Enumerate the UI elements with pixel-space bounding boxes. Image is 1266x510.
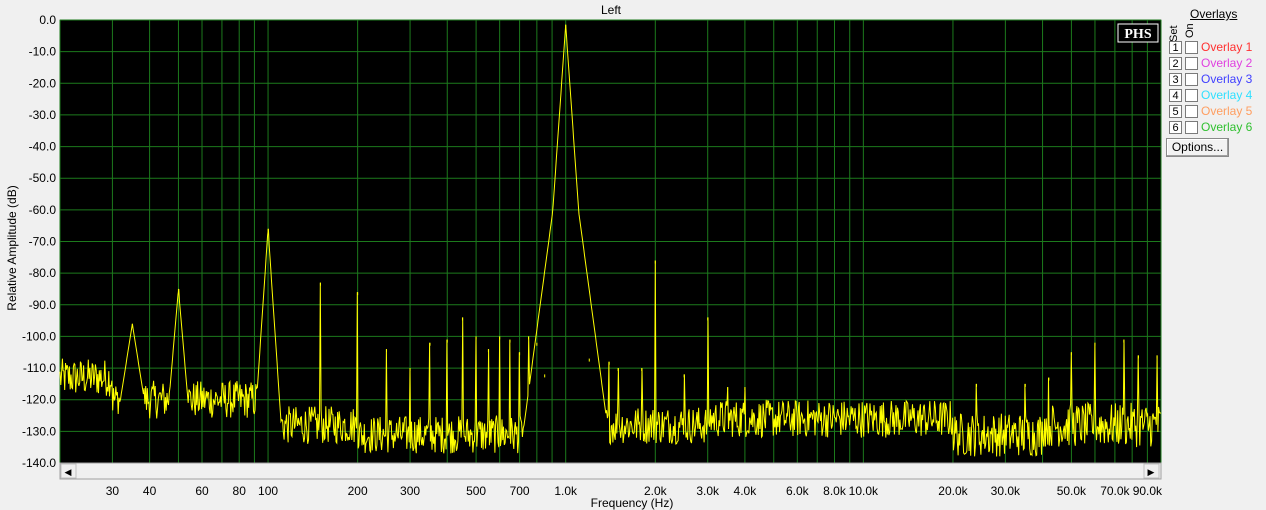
overlay-row-2: 2 Overlay 2 [1169, 56, 1266, 72]
logo-text: PHS [1124, 27, 1151, 42]
x-tick-label: 8.0k [823, 484, 847, 498]
horizontal-scrollbar[interactable]: ◀ ▶ [59, 462, 1162, 480]
y-tick-label: -10.0 [29, 45, 57, 59]
overlay-set-button-3[interactable]: 3 [1169, 73, 1182, 86]
y-tick-label: -40.0 [29, 140, 57, 154]
x-tick-label: 6.0k [786, 484, 810, 498]
overlays-title: Overlays [1190, 7, 1238, 21]
overlay-set-button-6[interactable]: 6 [1169, 121, 1182, 134]
overlay-row-5: 5 Overlay 5 [1169, 104, 1266, 120]
x-tick-label: 700 [510, 484, 530, 498]
y-tick-label: -30.0 [29, 108, 57, 122]
x-tick-label: 200 [348, 484, 368, 498]
overlay-label-1: Overlay 1 [1201, 40, 1253, 54]
x-tick-label: 60 [195, 484, 209, 498]
logo-badge: PHS [1117, 23, 1159, 43]
y-tick-label: -60.0 [29, 203, 57, 217]
x-tick-label: 40 [143, 484, 157, 498]
y-axis-label: Relative Amplitude (dB) [5, 185, 19, 310]
spectrum-chart: Left Relative Amplitude (dB) Frequency (… [5, 3, 1163, 510]
x-tick-label: 80 [233, 484, 247, 498]
spectrum-analyzer-window: Left Relative Amplitude (dB) Frequency (… [0, 0, 1266, 510]
overlay-set-button-4[interactable]: 4 [1169, 89, 1182, 102]
overlay-set-button-2[interactable]: 2 [1169, 57, 1182, 70]
overlay-on-checkbox-1[interactable] [1185, 41, 1198, 54]
overlay-on-checkbox-3[interactable] [1185, 73, 1198, 86]
y-tick-label: -50.0 [29, 171, 57, 185]
y-tick-label: -80.0 [29, 266, 57, 280]
overlay-label-4: Overlay 4 [1201, 88, 1253, 102]
x-tick-label: 70.0k [1100, 484, 1130, 498]
overlay-on-checkbox-2[interactable] [1185, 57, 1198, 70]
overlay-on-checkbox-4[interactable] [1185, 89, 1198, 102]
overlay-label-6: Overlay 6 [1201, 120, 1253, 134]
overlay-label-3: Overlay 3 [1201, 72, 1253, 86]
x-tick-label: 2.0k [644, 484, 668, 498]
scroll-right-arrow-icon: ▶ [1148, 468, 1155, 478]
x-tick-label: 4.0k [734, 484, 758, 498]
x-tick-label: 20.0k [938, 484, 968, 498]
options-button[interactable]: Options... [1166, 138, 1229, 157]
y-tick-label: -70.0 [29, 235, 57, 249]
overlay-row-4: 4 Overlay 4 [1169, 88, 1266, 104]
overlay-set-button-1[interactable]: 1 [1169, 41, 1182, 54]
overlay-label-2: Overlay 2 [1201, 56, 1253, 70]
overlay-row-1: 1 Overlay 1 [1169, 40, 1266, 56]
x-tick-label: 1.0k [554, 484, 578, 498]
y-tick-label: -140.0 [22, 456, 56, 470]
x-tick-label: 90.0k [1133, 484, 1163, 498]
x-tick-label: 10.0k [849, 484, 879, 498]
y-tick-label: -130.0 [22, 424, 56, 438]
x-tick-label: 30 [106, 484, 120, 498]
y-tick-label: -110.0 [23, 361, 56, 375]
overlay-row-3: 3 Overlay 3 [1169, 72, 1266, 88]
overlay-set-button-5[interactable]: 5 [1169, 105, 1182, 118]
overlay-on-checkbox-5[interactable] [1185, 105, 1198, 118]
x-tick-label: 500 [466, 484, 486, 498]
x-axis-label: Frequency (Hz) [591, 496, 674, 510]
y-tick-label: -90.0 [29, 298, 57, 312]
x-tick-label: 30.0k [991, 484, 1021, 498]
chart-title: Left [601, 3, 622, 17]
overlay-on-checkbox-6[interactable] [1185, 121, 1198, 134]
x-tick-label: 50.0k [1057, 484, 1087, 498]
y-tick-label: -100.0 [22, 329, 56, 343]
x-tick-label: 300 [400, 484, 420, 498]
y-tick-label: 0.0 [39, 13, 56, 27]
y-tick-label: -20.0 [29, 76, 57, 90]
y-tick-label: -120.0 [22, 393, 56, 407]
x-tick-label: 3.0k [696, 484, 720, 498]
scroll-left-arrow-icon: ◀ [65, 468, 72, 478]
x-tick-label: 100 [258, 484, 278, 498]
overlay-row-6: 6 Overlay 6 [1169, 120, 1266, 136]
overlay-label-5: Overlay 5 [1201, 104, 1253, 118]
